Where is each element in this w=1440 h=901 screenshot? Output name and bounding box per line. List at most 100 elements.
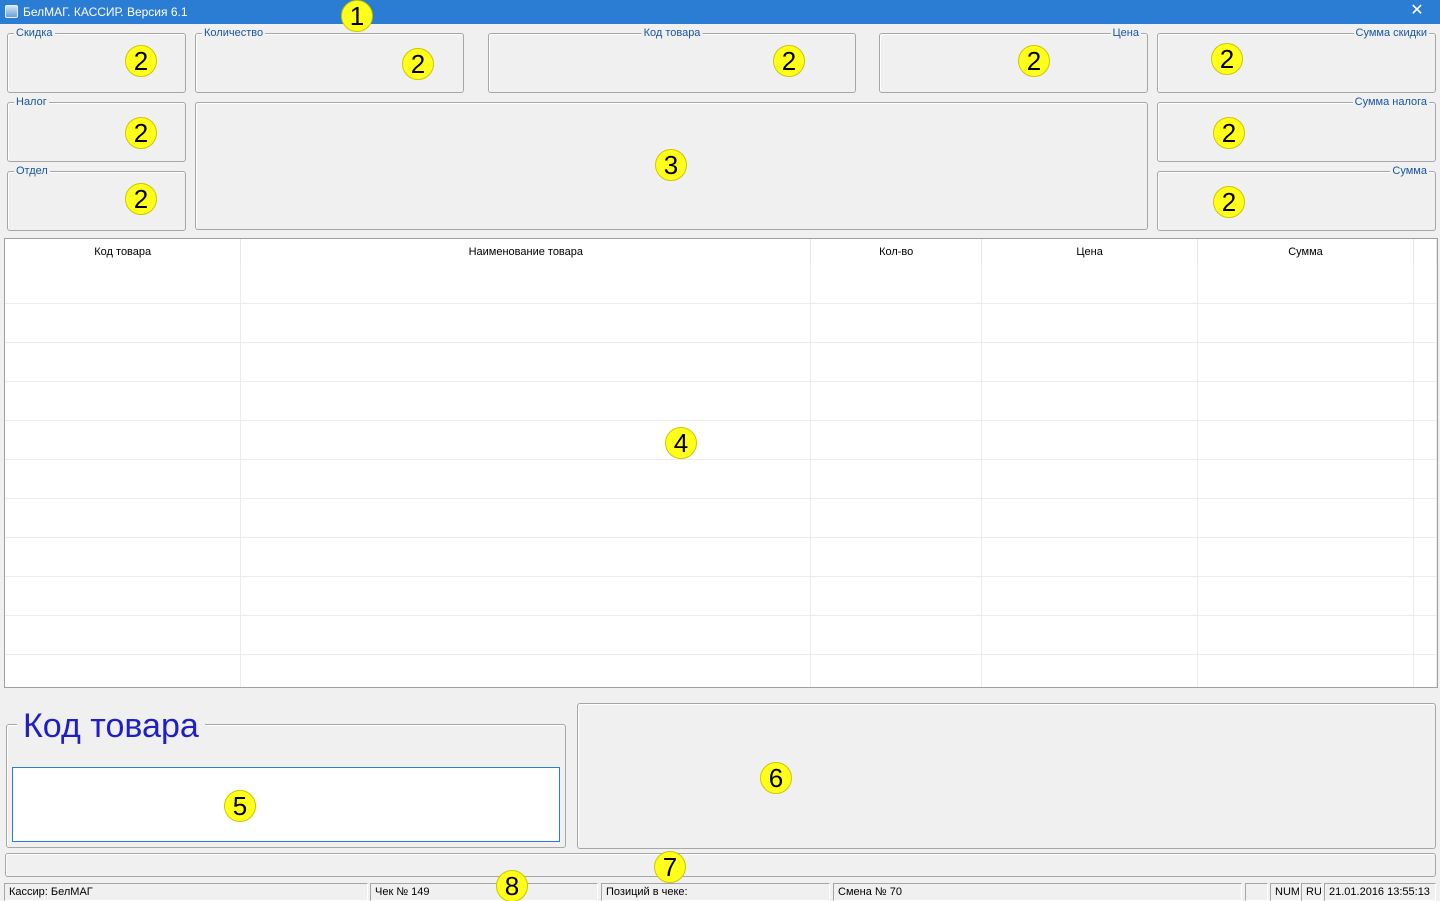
table-cell [1197, 303, 1414, 343]
items-table: Код товара Наименование товара Кол-во Це… [5, 239, 1437, 687]
table-cell [810, 342, 983, 382]
table-cell [1197, 654, 1414, 687]
status-cashier: Кассир: БелМАГ [4, 883, 368, 901]
table-cell [1413, 381, 1437, 421]
discount-sum-field: Сумма скидки [1157, 27, 1436, 93]
table-cell [1197, 264, 1414, 304]
table-cell [240, 342, 812, 382]
table-row[interactable] [5, 615, 1437, 655]
table-row[interactable] [5, 537, 1437, 577]
table-cell [810, 498, 983, 538]
table-cell [240, 303, 812, 343]
items-grid[interactable]: Код товара Наименование товара Кол-во Це… [4, 238, 1438, 688]
table-cell [810, 459, 983, 499]
table-cell [1413, 264, 1437, 304]
table-cell [981, 459, 1199, 499]
table-cell [5, 303, 242, 343]
status-num: NUM [1270, 883, 1300, 901]
table-row[interactable] [5, 654, 1437, 687]
sum-field: Сумма [1157, 165, 1436, 231]
callout-2-price: 2 [1018, 45, 1050, 77]
table-cell [5, 459, 242, 499]
tax-sum-field: Сумма налога [1157, 96, 1436, 162]
table-cell [810, 654, 983, 687]
table-row[interactable] [5, 303, 1437, 343]
callout-2-discount-sum: 2 [1211, 43, 1243, 75]
table-cell [1197, 576, 1414, 616]
department-field: Отдел [7, 165, 186, 231]
table-cell [1413, 615, 1437, 655]
table-cell [981, 264, 1199, 304]
table-cell [1413, 498, 1437, 538]
table-cell [240, 654, 812, 687]
column-header-sum[interactable]: Сумма [1197, 239, 1414, 264]
status-empty [1245, 883, 1268, 901]
table-cell [5, 264, 242, 304]
table-cell [5, 342, 242, 382]
table-cell [5, 420, 242, 460]
table-cell [1413, 342, 1437, 382]
product-code-label: Код товара [641, 27, 703, 40]
callout-8: 8 [496, 870, 528, 901]
table-row[interactable] [5, 576, 1437, 616]
table-cell [1197, 420, 1414, 460]
callout-2-quantity: 2 [402, 48, 434, 80]
table-cell [1197, 459, 1414, 499]
table-cell [1413, 420, 1437, 460]
tax-field: Налог [7, 96, 186, 162]
table-row[interactable] [5, 342, 1437, 382]
table-cell [5, 654, 242, 687]
column-header-qty[interactable]: Кол-во [810, 239, 983, 264]
table-cell [810, 381, 983, 421]
code-entry-label: Код товара [17, 707, 205, 745]
discount-sum-label: Сумма скидки [1353, 27, 1429, 40]
title-bar: БелМАГ. КАССИР. Версия 6.1 ✕ [0, 0, 1440, 24]
tax-label: Налог [14, 96, 49, 109]
status-lang: RU [1301, 883, 1322, 901]
app-icon [5, 5, 18, 18]
code-entry-input[interactable] [12, 767, 560, 842]
table-row[interactable] [5, 459, 1437, 499]
callout-2-department: 2 [125, 183, 157, 215]
column-header-price[interactable]: Цена [981, 239, 1199, 264]
column-header-code[interactable]: Код товара [5, 239, 242, 264]
info-panel [577, 703, 1436, 849]
callout-2-tax: 2 [125, 117, 157, 149]
table-cell [240, 498, 812, 538]
status-positions: Позиций в чеке: [601, 883, 830, 901]
callout-6: 6 [760, 762, 792, 794]
message-bar [5, 853, 1436, 877]
tax-sum-label: Сумма налога [1352, 96, 1429, 109]
table-cell [981, 303, 1199, 343]
table-cell [5, 537, 242, 577]
table-row[interactable] [5, 498, 1437, 538]
table-cell [810, 615, 983, 655]
table-cell [981, 576, 1199, 616]
callout-4: 4 [665, 427, 697, 459]
callout-5: 5 [224, 790, 256, 822]
table-row[interactable] [5, 420, 1437, 460]
status-receipt: Чек № 149 [370, 883, 598, 901]
column-header-name[interactable]: Наименование товара [240, 239, 812, 264]
table-cell [1197, 615, 1414, 655]
grid-header-row: Код товара Наименование товара Кол-во Це… [5, 239, 1437, 264]
table-cell [1413, 303, 1437, 343]
table-cell [981, 615, 1199, 655]
callout-2-discount: 2 [125, 45, 157, 77]
table-row[interactable] [5, 381, 1437, 421]
table-cell [240, 264, 812, 304]
table-cell [240, 537, 812, 577]
column-header-filler [1413, 239, 1437, 264]
callout-2-tax-sum: 2 [1213, 117, 1245, 149]
table-cell [240, 420, 812, 460]
table-cell [810, 537, 983, 577]
table-row[interactable] [5, 264, 1437, 304]
status-shift: Смена № 70 [833, 883, 1242, 901]
table-cell [810, 576, 983, 616]
table-cell [981, 420, 1199, 460]
status-bar: Кассир: БелМАГ Чек № 149 Позиций в чеке:… [0, 882, 1440, 901]
table-cell [1413, 537, 1437, 577]
table-cell [5, 381, 242, 421]
table-cell [240, 576, 812, 616]
close-button[interactable]: ✕ [1394, 0, 1440, 24]
